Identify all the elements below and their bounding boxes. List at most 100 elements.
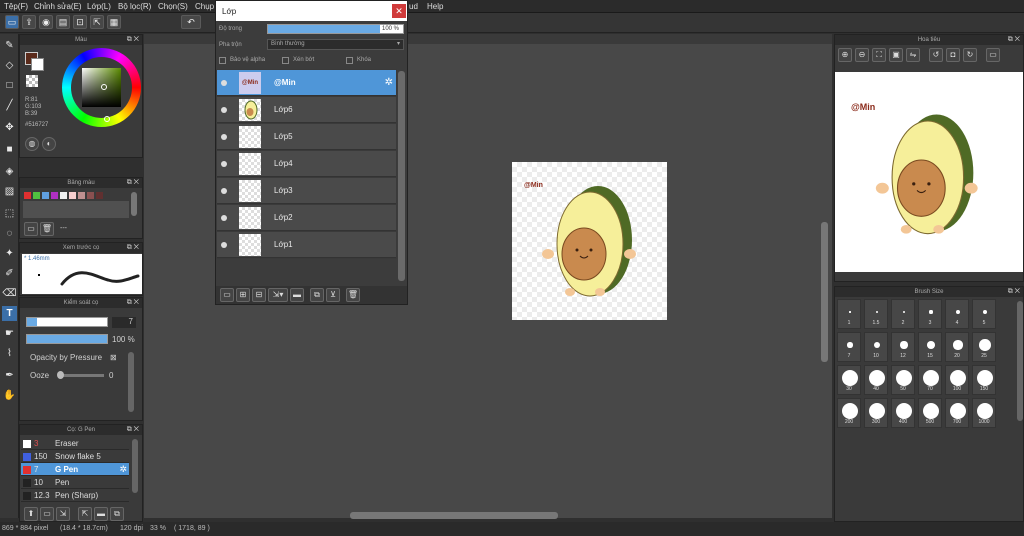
clipping-checkbox[interactable] xyxy=(282,57,289,64)
brush-size-cell[interactable]: 70 xyxy=(918,365,942,395)
line-icon[interactable]: ╱ xyxy=(2,98,17,113)
brush-settings-icon[interactable]: ✲ xyxy=(119,464,127,475)
text-icon[interactable]: T xyxy=(2,306,17,321)
menu-layer[interactable]: Lớp(L) xyxy=(87,2,111,11)
undo-icon[interactable]: ↶ xyxy=(181,15,201,29)
brush-row-selected[interactable]: 7 G Pen ✲ xyxy=(21,463,129,476)
layer-settings-icon[interactable]: ✲ xyxy=(385,77,393,88)
panel-close-icon[interactable]: ⧉ ✕ xyxy=(1008,35,1020,45)
color-settings-icon[interactable]: ◐ xyxy=(42,137,56,151)
new-layer1-icon[interactable]: ⊟ xyxy=(252,288,266,302)
brush-import-icon[interactable]: ⇲ xyxy=(56,507,70,521)
brush-size-cell[interactable]: 2 xyxy=(891,299,915,329)
layer-row[interactable]: Lớp2 xyxy=(217,205,396,231)
menu-select[interactable]: Chọn(S) xyxy=(158,2,188,11)
menu-help[interactable]: Help xyxy=(427,2,443,11)
brush-size-cell[interactable]: 50 xyxy=(891,365,915,395)
menu-capture[interactable]: Chụp xyxy=(195,2,214,11)
palette-swatch[interactable] xyxy=(51,192,58,199)
select-eraser-icon[interactable]: ⌫ xyxy=(2,286,17,301)
brush-row[interactable]: 12.3 Pen (Sharp) xyxy=(21,489,129,502)
brush-size-cell[interactable]: 200 xyxy=(837,398,861,428)
menu-window[interactable]: ud xyxy=(409,2,418,11)
brush-list-scrollbar[interactable] xyxy=(132,439,138,493)
visibility-icon[interactable] xyxy=(221,188,227,194)
ooze-slider-handle[interactable] xyxy=(57,371,64,379)
brush-size-cell[interactable]: 300 xyxy=(864,398,888,428)
layer-row[interactable]: Lớp4 xyxy=(217,151,396,177)
brush-size-cell[interactable]: 3 xyxy=(918,299,942,329)
hand-select-icon[interactable]: ☛ xyxy=(2,326,17,341)
brush-size-cell[interactable]: 150 xyxy=(972,365,996,395)
brush-row[interactable]: 3 Eraser xyxy=(21,437,129,450)
gradient-icon[interactable]: ▨ xyxy=(2,184,17,199)
brush-row[interactable]: 150 Snow flake 5 xyxy=(21,450,129,463)
brush-size-cell[interactable]: 1.5 xyxy=(864,299,888,329)
brush-size-cell[interactable]: 1 xyxy=(837,299,861,329)
palette-swatch[interactable] xyxy=(69,192,76,199)
color-palette-icon[interactable]: ◍ xyxy=(25,137,39,151)
fill-rect-icon[interactable]: ■ xyxy=(2,142,17,157)
layer-row[interactable]: Lớp6 xyxy=(217,97,396,123)
import-layer-icon[interactable]: ⇲▾ xyxy=(268,288,288,302)
visibility-icon[interactable] xyxy=(221,242,227,248)
palette-swatch[interactable] xyxy=(96,192,103,199)
layer-row[interactable]: Lớp5 xyxy=(217,124,396,150)
delete-layer-icon[interactable]: 🗑 xyxy=(346,288,360,302)
palette-scrollbar[interactable] xyxy=(131,192,137,216)
size-value[interactable]: 7 xyxy=(112,317,136,328)
menu-filter[interactable]: Bộ lọc(R) xyxy=(118,2,151,11)
select-rect-icon[interactable]: ⬚ xyxy=(2,206,17,221)
brush-export-icon[interactable]: ⇱ xyxy=(78,507,92,521)
visibility-icon[interactable] xyxy=(221,215,227,221)
new-file-icon[interactable]: ▭ xyxy=(5,15,19,29)
zoom-out-icon[interactable]: ⊖ xyxy=(855,48,869,62)
ooze-slider[interactable] xyxy=(58,374,104,377)
brush-add-icon[interactable]: ⬆ xyxy=(24,507,38,521)
flip-icon[interactable]: ⇋ xyxy=(906,48,920,62)
duplicate-layer-icon[interactable]: ⧉ xyxy=(310,288,324,302)
blend-mode-select[interactable]: Bình thường ▾ xyxy=(267,39,404,50)
brush-size-cell[interactable]: 500 xyxy=(918,398,942,428)
eyedropper-icon[interactable]: ⌇ xyxy=(2,346,17,361)
size-slider[interactable] xyxy=(26,317,108,327)
rotate-left-icon[interactable]: ↺ xyxy=(929,48,943,62)
brush-size-cell[interactable]: 1000 xyxy=(972,398,996,428)
brush-size-cell[interactable]: 25 xyxy=(972,332,996,362)
delete-palette-icon[interactable]: 🗑 xyxy=(40,222,54,236)
palette-swatch[interactable] xyxy=(24,192,31,199)
panel-close-icon[interactable]: ⧉ ✕ xyxy=(127,425,139,435)
transparent-swatch[interactable] xyxy=(26,75,38,87)
brush-size-cell[interactable]: 4 xyxy=(945,299,969,329)
brush-copy-icon[interactable]: ▭ xyxy=(40,507,54,521)
brush-size-cell[interactable]: 20 xyxy=(945,332,969,362)
panel-close-icon[interactable]: ⧉ ✕ xyxy=(127,243,139,253)
magic-wand-icon[interactable]: ✦ xyxy=(2,246,17,261)
layer-panel-close-button[interactable]: ✕ xyxy=(392,4,406,18)
rotate-right-icon[interactable]: ↻ xyxy=(963,48,977,62)
rectangle-icon[interactable]: □ xyxy=(2,78,17,93)
protect-alpha-checkbox[interactable] xyxy=(219,57,226,64)
brush-size-cell[interactable]: 40 xyxy=(864,365,888,395)
panel-close-icon[interactable]: ⧉ ✕ xyxy=(127,298,139,308)
eraser-icon[interactable]: ◇ xyxy=(2,58,17,73)
rotate-reset-icon[interactable]: ◘ xyxy=(946,48,960,62)
layer-list-scrollbar[interactable] xyxy=(398,71,405,281)
panel-close-icon[interactable]: ⧉ ✕ xyxy=(127,178,139,188)
visibility-icon[interactable] xyxy=(221,161,227,167)
opacity-slider[interactable] xyxy=(26,334,108,344)
brush-size-cell[interactable]: 12 xyxy=(891,332,915,362)
crop-icon[interactable]: ⊡ xyxy=(73,15,87,29)
palette-swatch[interactable] xyxy=(42,192,49,199)
palette-swatch[interactable] xyxy=(60,192,67,199)
zoom-in-icon[interactable]: ⊕ xyxy=(838,48,852,62)
brush-row[interactable]: 10 Pen xyxy=(21,476,129,489)
eyedropper2-icon[interactable]: ✒ xyxy=(2,368,17,383)
horizontal-scrollbar[interactable] xyxy=(350,512,558,519)
layer-row[interactable]: Lớp3 xyxy=(217,178,396,204)
hand-icon[interactable]: ✋ xyxy=(2,388,17,403)
layer-panel-titlebar[interactable]: Lớp ✕ xyxy=(216,1,407,21)
navigator-preview[interactable]: @Min xyxy=(835,72,1023,272)
brush-duplicate-icon[interactable]: ⧉ xyxy=(110,507,124,521)
brush-icon[interactable]: ✎ xyxy=(2,38,17,53)
